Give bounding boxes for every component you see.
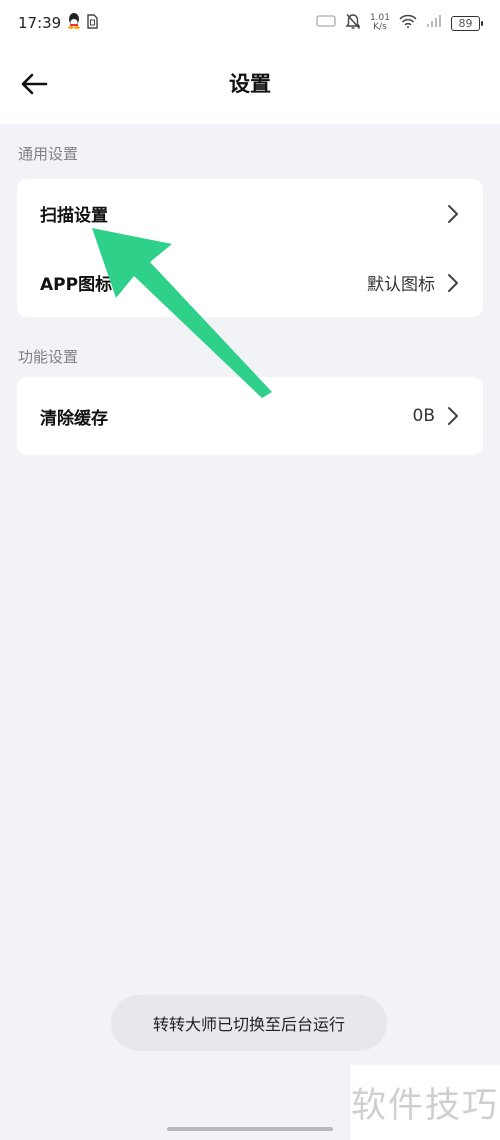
app-icon-row[interactable]: APP图标 默认图标 bbox=[17, 248, 483, 317]
watermark: 软件技巧 bbox=[350, 1065, 500, 1140]
function-settings-card: 清除缓存 0B bbox=[17, 377, 483, 455]
sim-card-icon bbox=[87, 13, 98, 33]
general-settings-card: 扫描设置 APP图标 默认图标 bbox=[17, 179, 483, 317]
section-label-functions: 功能设置 bbox=[18, 348, 79, 366]
status-left: 17:39 bbox=[18, 13, 98, 33]
page-title: 设置 bbox=[229, 72, 271, 96]
section-label-general: 通用设置 bbox=[18, 145, 79, 163]
nfc-icon bbox=[316, 14, 336, 32]
app-header: 设置 bbox=[0, 46, 500, 124]
row-value: 默认图标 bbox=[367, 275, 435, 295]
row-label: 清除缓存 bbox=[40, 408, 108, 429]
toast-message: 转转大师已切换至后台运行 bbox=[111, 995, 387, 1051]
network-speed-unit: K/s bbox=[373, 22, 387, 32]
signal-icon bbox=[426, 14, 442, 32]
settings-screen: 17:39 1.01 K/s 89 设置 通用设置 扫描设置 APP图标 默认图… bbox=[0, 0, 500, 1140]
clear-cache-row[interactable]: 清除缓存 0B bbox=[17, 377, 483, 455]
chevron-right-icon bbox=[447, 273, 459, 293]
row-value: 0B bbox=[412, 406, 435, 426]
row-label: APP图标 bbox=[40, 275, 113, 295]
status-right: 1.01 K/s 89 bbox=[316, 13, 483, 34]
home-indicator[interactable] bbox=[167, 1127, 333, 1131]
network-speed: 1.01 K/s bbox=[370, 14, 390, 32]
chevron-right-icon bbox=[447, 204, 459, 224]
qq-icon bbox=[67, 13, 81, 33]
wifi-icon bbox=[399, 14, 417, 32]
chevron-right-icon bbox=[447, 406, 459, 426]
mute-bell-icon bbox=[345, 13, 361, 34]
status-bar: 17:39 1.01 K/s 89 bbox=[0, 0, 500, 46]
scan-settings-row[interactable]: 扫描设置 bbox=[17, 179, 483, 248]
status-time: 17:39 bbox=[18, 14, 62, 32]
battery-icon: 89 bbox=[451, 15, 483, 31]
row-label: 扫描设置 bbox=[40, 206, 108, 226]
